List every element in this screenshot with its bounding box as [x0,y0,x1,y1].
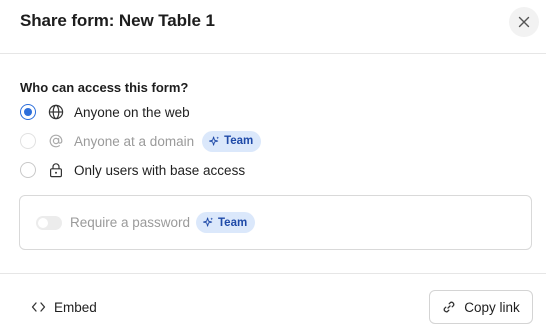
dialog-title: Share form: New Table 1 [20,11,215,30]
code-icon [31,302,46,312]
access-option-domain: Anyone at a domain Team [20,130,340,152]
copy-link-label: Copy link [464,299,520,315]
access-heading: Who can access this form? [20,80,189,95]
at-sign-icon [47,132,65,150]
copy-link-button[interactable]: Copy link [429,290,533,324]
radio-anyone-web[interactable] [20,104,36,120]
sparkle-icon [209,135,220,146]
require-password-toggle[interactable] [36,216,62,230]
require-password-label: Require a password [70,215,191,230]
radio-base-users[interactable] [20,162,36,178]
access-option-base-users[interactable]: Only users with base access [20,160,340,180]
lock-icon [47,161,65,179]
radio-domain [20,133,36,149]
option-label-base-users: Only users with base access [74,162,246,178]
globe-icon [47,103,65,121]
password-settings-box: Require a password Team [19,195,532,250]
dialog-header: Share form: New Table 1 [0,0,546,54]
option-label-anyone-web: Anyone on the web [74,104,190,120]
option-label-domain: Anyone at a domain [74,133,195,149]
sparkle-icon [203,217,214,227]
close-icon [518,16,530,28]
access-option-anyone-web[interactable]: Anyone on the web [20,102,340,122]
team-badge-label: Team [218,216,248,229]
link-icon [443,301,455,313]
embed-button[interactable]: Embed [31,297,97,317]
embed-label: Embed [54,299,97,315]
team-badge: Team [202,130,262,152]
team-badge: Team [196,212,256,233]
team-badge-label: Team [224,135,254,147]
close-button[interactable] [509,7,539,37]
footer-divider [0,273,546,274]
